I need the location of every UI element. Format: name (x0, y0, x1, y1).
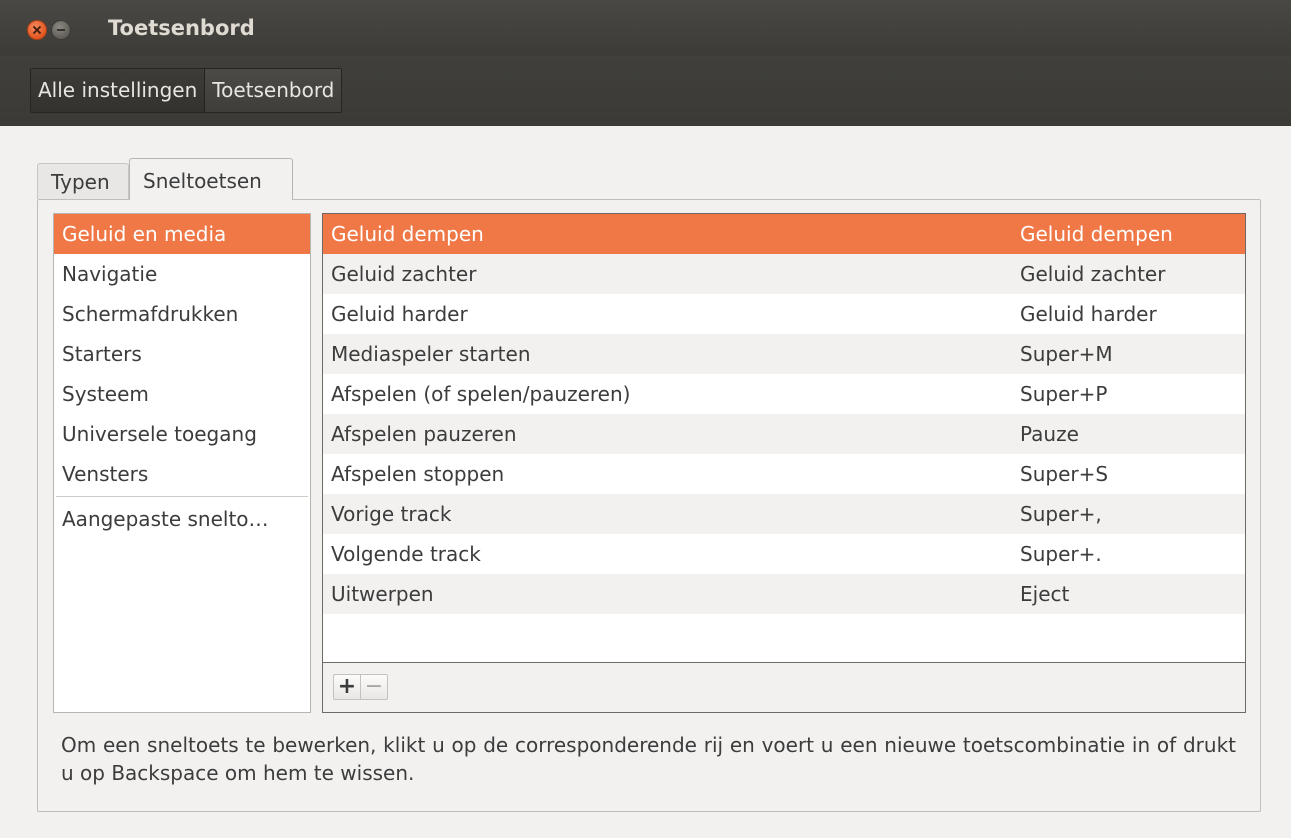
shortcut-accel[interactable]: Pauze (1020, 414, 1079, 454)
table-row[interactable]: Mediaspeler starten Super+M (323, 334, 1245, 374)
category-universal-access[interactable]: Universele toegang (54, 414, 310, 454)
shortcut-accel[interactable]: Geluid harder (1020, 294, 1157, 334)
help-text: Om een sneltoets te bewerken, klikt u op… (61, 733, 1236, 785)
shortcut-table: Geluid dempen Geluid dempen Geluid zacht… (322, 213, 1246, 713)
table-row[interactable]: Uitwerpen Eject (323, 574, 1245, 614)
table-row[interactable]: Geluid dempen Geluid dempen (323, 214, 1245, 254)
close-window-button[interactable] (27, 20, 47, 40)
shortcut-action: Geluid dempen (331, 222, 484, 246)
category-list: Geluid en media Navigatie Schermafdrukke… (53, 213, 311, 713)
category-divider (56, 496, 308, 497)
shortcut-accel[interactable]: Super+, (1020, 494, 1102, 534)
shortcut-accel[interactable]: Super+. (1020, 534, 1102, 574)
tab-typing[interactable]: Typen (37, 163, 129, 199)
shortcut-toolbar: + − (323, 662, 1245, 712)
shortcut-action: Volgende track (331, 542, 481, 566)
shortcut-accel[interactable]: Geluid zachter (1020, 254, 1165, 294)
table-row[interactable]: Afspelen pauzeren Pauze (323, 414, 1245, 454)
shortcut-accel[interactable]: Eject (1020, 574, 1069, 614)
shortcut-action: Afspelen (of spelen/pauzeren) (331, 382, 631, 406)
category-custom-shortcuts[interactable]: Aangepaste snelto… (54, 499, 310, 539)
table-row[interactable]: Volgende track Super+. (323, 534, 1245, 574)
shortcut-action: Afspelen pauzeren (331, 422, 517, 446)
shortcut-accel[interactable]: Super+M (1020, 334, 1113, 374)
breadcrumb-all-settings[interactable]: Alle instellingen (31, 69, 206, 112)
table-row[interactable]: Afspelen (of spelen/pauzeren) Super+P (323, 374, 1245, 414)
table-row[interactable]: Geluid harder Geluid harder (323, 294, 1245, 334)
table-row[interactable]: Vorige track Super+, (323, 494, 1245, 534)
shortcut-accel[interactable]: Geluid dempen (1020, 214, 1173, 254)
breadcrumb-keyboard[interactable]: Toetsenbord (205, 69, 342, 112)
shortcut-action: Afspelen stoppen (331, 462, 505, 486)
main-content: Typen Sneltoetsen Geluid en media Naviga… (0, 126, 1291, 838)
title-bar: Toetsenbord (0, 0, 1291, 56)
toolbar: Alle instellingen Toetsenbord (0, 56, 1291, 126)
category-sound-media[interactable]: Geluid en media (54, 214, 310, 254)
minimize-window-button[interactable] (51, 20, 71, 40)
shortcuts-panel: Geluid en media Navigatie Schermafdrukke… (37, 199, 1261, 812)
window-title: Toetsenbord (108, 16, 255, 40)
shortcut-accel[interactable]: Super+P (1020, 374, 1107, 414)
tab-shortcuts[interactable]: Sneltoetsen (129, 158, 293, 200)
table-row[interactable]: Afspelen stoppen Super+S (323, 454, 1245, 494)
category-windows[interactable]: Vensters (54, 454, 310, 494)
shortcut-action: Geluid zachter (331, 262, 477, 286)
category-screenshots[interactable]: Schermafdrukken (54, 294, 310, 334)
remove-shortcut-button[interactable]: − (360, 674, 388, 700)
table-row[interactable]: Geluid zachter Geluid zachter (323, 254, 1245, 294)
category-navigation[interactable]: Navigatie (54, 254, 310, 294)
category-launchers[interactable]: Starters (54, 334, 310, 374)
shortcut-rows: Geluid dempen Geluid dempen Geluid zacht… (323, 214, 1245, 662)
breadcrumb: Alle instellingen Toetsenbord (30, 68, 343, 113)
shortcut-action: Geluid harder (331, 302, 468, 326)
shortcut-action: Mediaspeler starten (331, 342, 531, 366)
category-system[interactable]: Systeem (54, 374, 310, 414)
add-shortcut-button[interactable]: + (333, 674, 361, 700)
shortcut-action: Uitwerpen (331, 582, 434, 606)
shortcut-action: Vorige track (331, 502, 452, 526)
shortcut-accel[interactable]: Super+S (1020, 454, 1108, 494)
